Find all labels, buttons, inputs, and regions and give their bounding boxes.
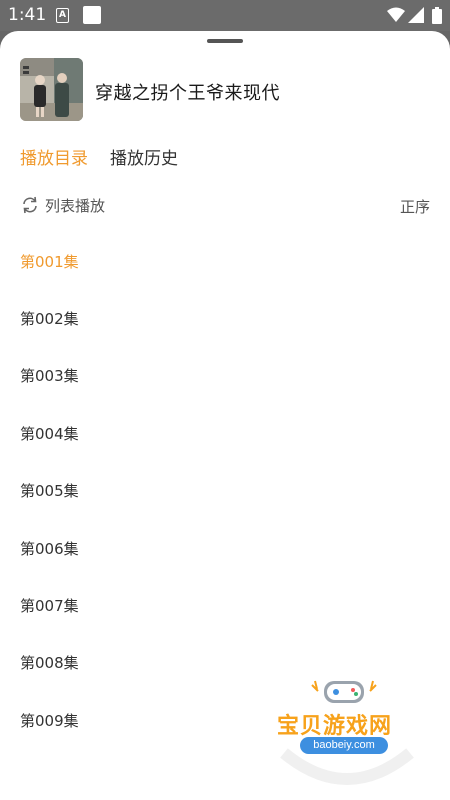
episode-item[interactable]: 第005集 bbox=[20, 480, 320, 502]
signal-icon bbox=[408, 7, 424, 23]
tab-play-catalog[interactable]: 播放目录 bbox=[20, 144, 88, 169]
watermark-name: 宝贝游戏网 bbox=[277, 714, 393, 739]
episode-item[interactable]: 第004集 bbox=[20, 423, 320, 445]
episode-item[interactable]: 第008集 bbox=[20, 652, 320, 674]
drama-cover-image bbox=[20, 58, 83, 121]
tab-play-history[interactable]: 播放历史 bbox=[110, 144, 178, 169]
episode-item[interactable]: 第002集 bbox=[20, 308, 320, 330]
wifi-icon bbox=[387, 7, 405, 22]
play-mode-toggle[interactable]: 列表播放 bbox=[20, 195, 105, 215]
drama-title: 穿越之拐个王爷来现代 bbox=[95, 83, 280, 104]
episode-item[interactable]: 第007集 bbox=[20, 595, 320, 617]
battery-icon bbox=[432, 7, 442, 24]
loop-icon bbox=[23, 196, 37, 214]
sort-order-button[interactable]: 正序 bbox=[400, 196, 430, 217]
square-icon bbox=[83, 6, 101, 24]
status-bar: 1:41 A bbox=[0, 0, 450, 31]
watermark-url: baobeiy.com bbox=[300, 737, 388, 754]
episode-item[interactable]: 第006集 bbox=[20, 538, 320, 560]
watermark-logo: 宝贝游戏网 baobeiy.com bbox=[272, 675, 422, 795]
status-time: 1:41 bbox=[8, 5, 47, 25]
a-icon: A bbox=[56, 8, 69, 23]
episode-item[interactable]: 第001集 bbox=[20, 251, 320, 273]
drag-handle[interactable] bbox=[207, 39, 243, 43]
play-mode-label: 列表播放 bbox=[45, 196, 106, 215]
episode-item[interactable]: 第003集 bbox=[20, 365, 320, 387]
